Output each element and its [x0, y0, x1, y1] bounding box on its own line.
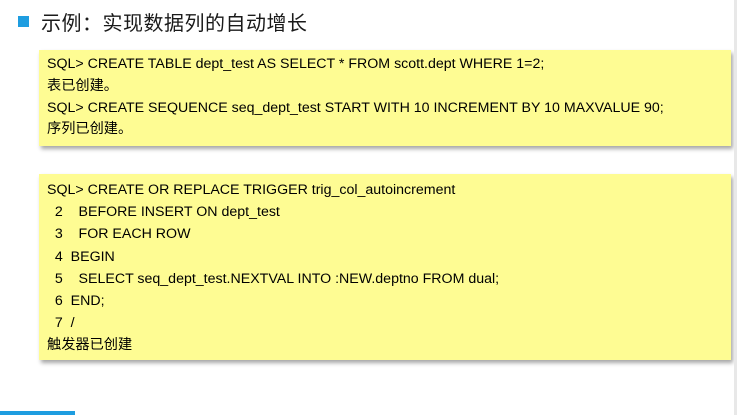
code-line: 表已创建。 — [47, 77, 118, 94]
page-title: 示例：实现数据列的自动增长 — [41, 12, 308, 35]
sql-output-box-create-trigger: SQL> CREATE OR REPLACE TRIGGER trig_col_… — [39, 174, 731, 360]
code-line: SQL> CREATE SEQUENCE seq_dept_test START… — [47, 99, 664, 116]
code-line: 7 / — [47, 315, 75, 332]
code-line: 4 BEGIN — [47, 248, 115, 265]
sql-output-box-create-table-sequence: SQL> CREATE TABLE dept_test AS SELECT * … — [39, 50, 731, 146]
footer-accent-bar — [0, 411, 75, 415]
code-line: 2 BEFORE INSERT ON dept_test — [47, 204, 280, 221]
code-line: SQL> CREATE TABLE dept_test AS SELECT * … — [47, 56, 545, 72]
code-line: 6 END; — [47, 293, 105, 310]
code-line: 触发器已创建 — [47, 337, 133, 354]
square-bullet-icon — [18, 15, 29, 27]
slide-title: 示例：实现数据列的自动增长 — [18, 8, 308, 35]
code-line: SQL> CREATE OR REPLACE TRIGGER trig_col_… — [47, 182, 456, 198]
code-line: 5 SELECT seq_dept_test.NEXTVAL INTO :NEW… — [47, 270, 500, 287]
code-line: 序列已创建。 — [47, 121, 133, 138]
code-line: 3 FOR EACH ROW — [47, 226, 191, 243]
